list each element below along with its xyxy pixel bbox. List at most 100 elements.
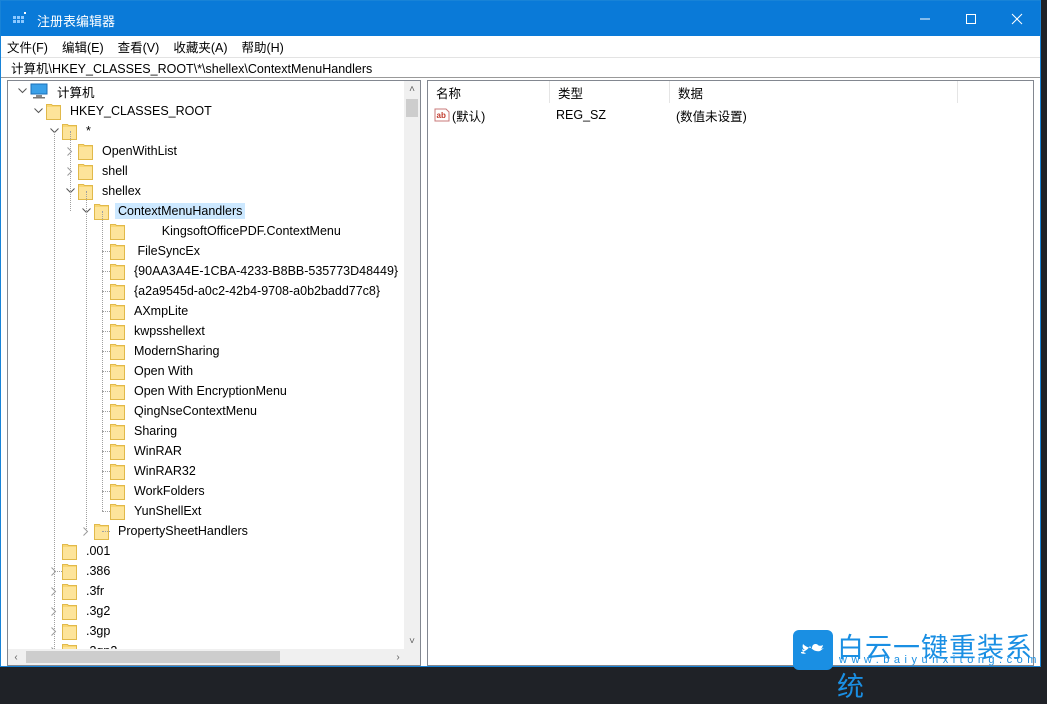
tree-node-label: .3g2 bbox=[86, 604, 111, 618]
tree-node-label: ContextMenuHandlers bbox=[115, 203, 246, 219]
tree-connector bbox=[102, 531, 110, 532]
tree-node-handler[interactable]: QingNseContextMenu bbox=[94, 401, 260, 421]
expanded-chevron-icon[interactable] bbox=[30, 101, 46, 121]
scroll-up-icon[interactable]: ˄ bbox=[404, 81, 420, 97]
values-list-pane: 名称 类型 数据 ab (默认) REG_SZ (数值未设置) bbox=[427, 80, 1034, 666]
tree-connector bbox=[102, 471, 110, 472]
maximize-button[interactable] bbox=[948, 1, 994, 36]
tree-node-label: Sharing bbox=[134, 424, 178, 438]
watermark: 白云一键重装系统 www.baiyunxitong.com bbox=[793, 628, 1047, 703]
tree-node-shellex[interactable]: shellex bbox=[62, 181, 144, 201]
expanded-chevron-icon[interactable] bbox=[14, 81, 30, 101]
tree-connector bbox=[86, 191, 87, 531]
tree-node-label: .001 bbox=[86, 544, 111, 558]
tree-node-handler[interactable]: KingsoftOfficePDF.ContextMenu bbox=[94, 221, 344, 241]
tree-vertical-scrollbar[interactable]: ˄ ˅ bbox=[404, 81, 420, 649]
folder-icon bbox=[110, 423, 125, 440]
horizontal-scroll-thumb[interactable] bbox=[26, 651, 280, 663]
tree-node-label: .3fr bbox=[86, 584, 105, 598]
menu-edit[interactable]: 编辑(E) bbox=[62, 37, 104, 56]
tree-node-handler[interactable]: FileSyncEx bbox=[94, 241, 203, 261]
tree-node-label: .3gp bbox=[86, 624, 111, 638]
tree-node-label: WinRAR bbox=[134, 444, 182, 458]
value-name: (默认) bbox=[452, 109, 486, 124]
tree-node-shell[interactable]: shell bbox=[62, 161, 131, 181]
tree-node-label: shell bbox=[102, 164, 128, 178]
folder-icon bbox=[110, 503, 125, 520]
tree-node-label: ModernSharing bbox=[134, 344, 220, 358]
tree-connector bbox=[70, 131, 71, 211]
tree-node-handler[interactable]: kwpsshellext bbox=[94, 321, 208, 341]
tree-node-extension[interactable]: .3gp bbox=[46, 621, 113, 641]
tree-node-handler[interactable]: {a2a9545d-a0c2-42b4-9708-a0b2badd77c8} bbox=[94, 281, 383, 301]
column-header-name[interactable]: 名称 bbox=[428, 81, 550, 103]
menu-view[interactable]: 查看(V) bbox=[118, 37, 160, 56]
folder-icon bbox=[110, 303, 125, 320]
window-title: 注册表编辑器 bbox=[37, 14, 116, 29]
folder-icon bbox=[110, 323, 125, 340]
regedit-app-icon bbox=[13, 12, 26, 23]
tree-node-extension[interactable]: .3g2 bbox=[46, 601, 113, 621]
tree-node-openwithlist[interactable]: OpenWithList bbox=[62, 141, 180, 161]
tree-node-label: WinRAR32 bbox=[134, 464, 196, 478]
address-bar[interactable]: 计算机\HKEY_CLASSES_ROOT\*\shellex\ContextM… bbox=[1, 57, 1040, 78]
folder-icon bbox=[110, 403, 125, 420]
folder-icon bbox=[110, 263, 125, 280]
title-bar[interactable]: 注册表编辑器 bbox=[1, 1, 1040, 36]
tree-connector bbox=[102, 331, 110, 332]
tree-node-extension[interactable]: .3fr bbox=[46, 581, 107, 601]
tree-node-extension[interactable]: .001 bbox=[46, 541, 113, 561]
folder-icon bbox=[110, 283, 125, 300]
tree-node-handler[interactable]: ModernSharing bbox=[94, 341, 222, 361]
folder-icon bbox=[110, 463, 125, 480]
tree-connector bbox=[102, 271, 110, 272]
tree-horizontal-scrollbar[interactable]: ‹ › bbox=[8, 649, 406, 665]
svg-text:ab: ab bbox=[437, 111, 446, 120]
tree-node-handler[interactable]: YunShellExt bbox=[94, 501, 204, 521]
tree-connector bbox=[102, 291, 110, 292]
tree-node-contextmenuhandlers[interactable]: ContextMenuHandlers bbox=[78, 201, 246, 221]
tree-connector bbox=[102, 211, 103, 511]
folder-icon bbox=[78, 163, 93, 180]
close-button[interactable] bbox=[994, 1, 1040, 36]
value-type: REG_SZ bbox=[556, 108, 607, 122]
minimize-button[interactable] bbox=[902, 1, 948, 36]
tree-node-label: {90AA3A4E-1CBA-4233-B8BB-535773D48449} bbox=[134, 264, 399, 278]
menu-help[interactable]: 帮助(H) bbox=[241, 37, 283, 56]
tree-node-extension[interactable]: .3gp2 bbox=[46, 641, 120, 649]
tree-node-label: {a2a9545d-a0c2-42b4-9708-a0b2badd77c8} bbox=[134, 284, 381, 298]
tree-connector bbox=[102, 311, 110, 312]
scroll-left-icon[interactable]: ‹ bbox=[8, 649, 24, 665]
tree-node-handler[interactable]: Open With EncryptionMenu bbox=[94, 381, 290, 401]
string-value-icon: ab bbox=[434, 108, 450, 122]
address-path[interactable]: 计算机\HKEY_CLASSES_ROOT\*\shellex\ContextM… bbox=[11, 58, 372, 77]
tree-node-handler[interactable]: {90AA3A4E-1CBA-4233-B8BB-535773D48449} bbox=[94, 261, 401, 281]
value-row[interactable]: ab (默认) REG_SZ (数值未设置) bbox=[428, 105, 1028, 125]
column-header-data[interactable]: 数据 bbox=[670, 81, 958, 103]
vertical-scroll-thumb[interactable] bbox=[406, 99, 418, 117]
tree-node-hkey-classes-root[interactable]: HKEY_CLASSES_ROOT bbox=[30, 101, 215, 121]
menu-favorites[interactable]: 收藏夹(A) bbox=[173, 37, 227, 56]
scroll-corner bbox=[404, 649, 420, 665]
folder-icon bbox=[62, 543, 77, 560]
tree-connector bbox=[102, 251, 110, 252]
column-header-type[interactable]: 类型 bbox=[550, 81, 670, 103]
tree-node-label: * bbox=[86, 124, 91, 138]
tree-node-handler[interactable]: WorkFolders bbox=[94, 481, 208, 501]
folder-icon bbox=[62, 623, 77, 640]
folder-icon bbox=[110, 443, 125, 460]
tree-connector bbox=[102, 451, 110, 452]
tree-node-label: shellex bbox=[102, 184, 141, 198]
tree-node-label: YunShellExt bbox=[134, 504, 202, 518]
key-tree-pane: 计算机 HKEY_CLASSES_ROOT * OpenWithList shell sh… bbox=[7, 80, 421, 666]
maximize-icon bbox=[966, 13, 976, 24]
scroll-down-icon[interactable]: ˅ bbox=[404, 633, 420, 649]
menu-file[interactable]: 文件(F) bbox=[7, 37, 48, 56]
folder-icon bbox=[62, 603, 77, 620]
tree-node-label: KingsoftOfficePDF.ContextMenu bbox=[134, 224, 341, 238]
folder-icon bbox=[110, 483, 125, 500]
tree-node-label: 计算机 bbox=[57, 85, 95, 100]
tree-node-label: kwpsshellext bbox=[134, 324, 205, 338]
folder-icon bbox=[78, 143, 93, 160]
tree-node-computer[interactable]: 计算机 bbox=[14, 81, 98, 101]
